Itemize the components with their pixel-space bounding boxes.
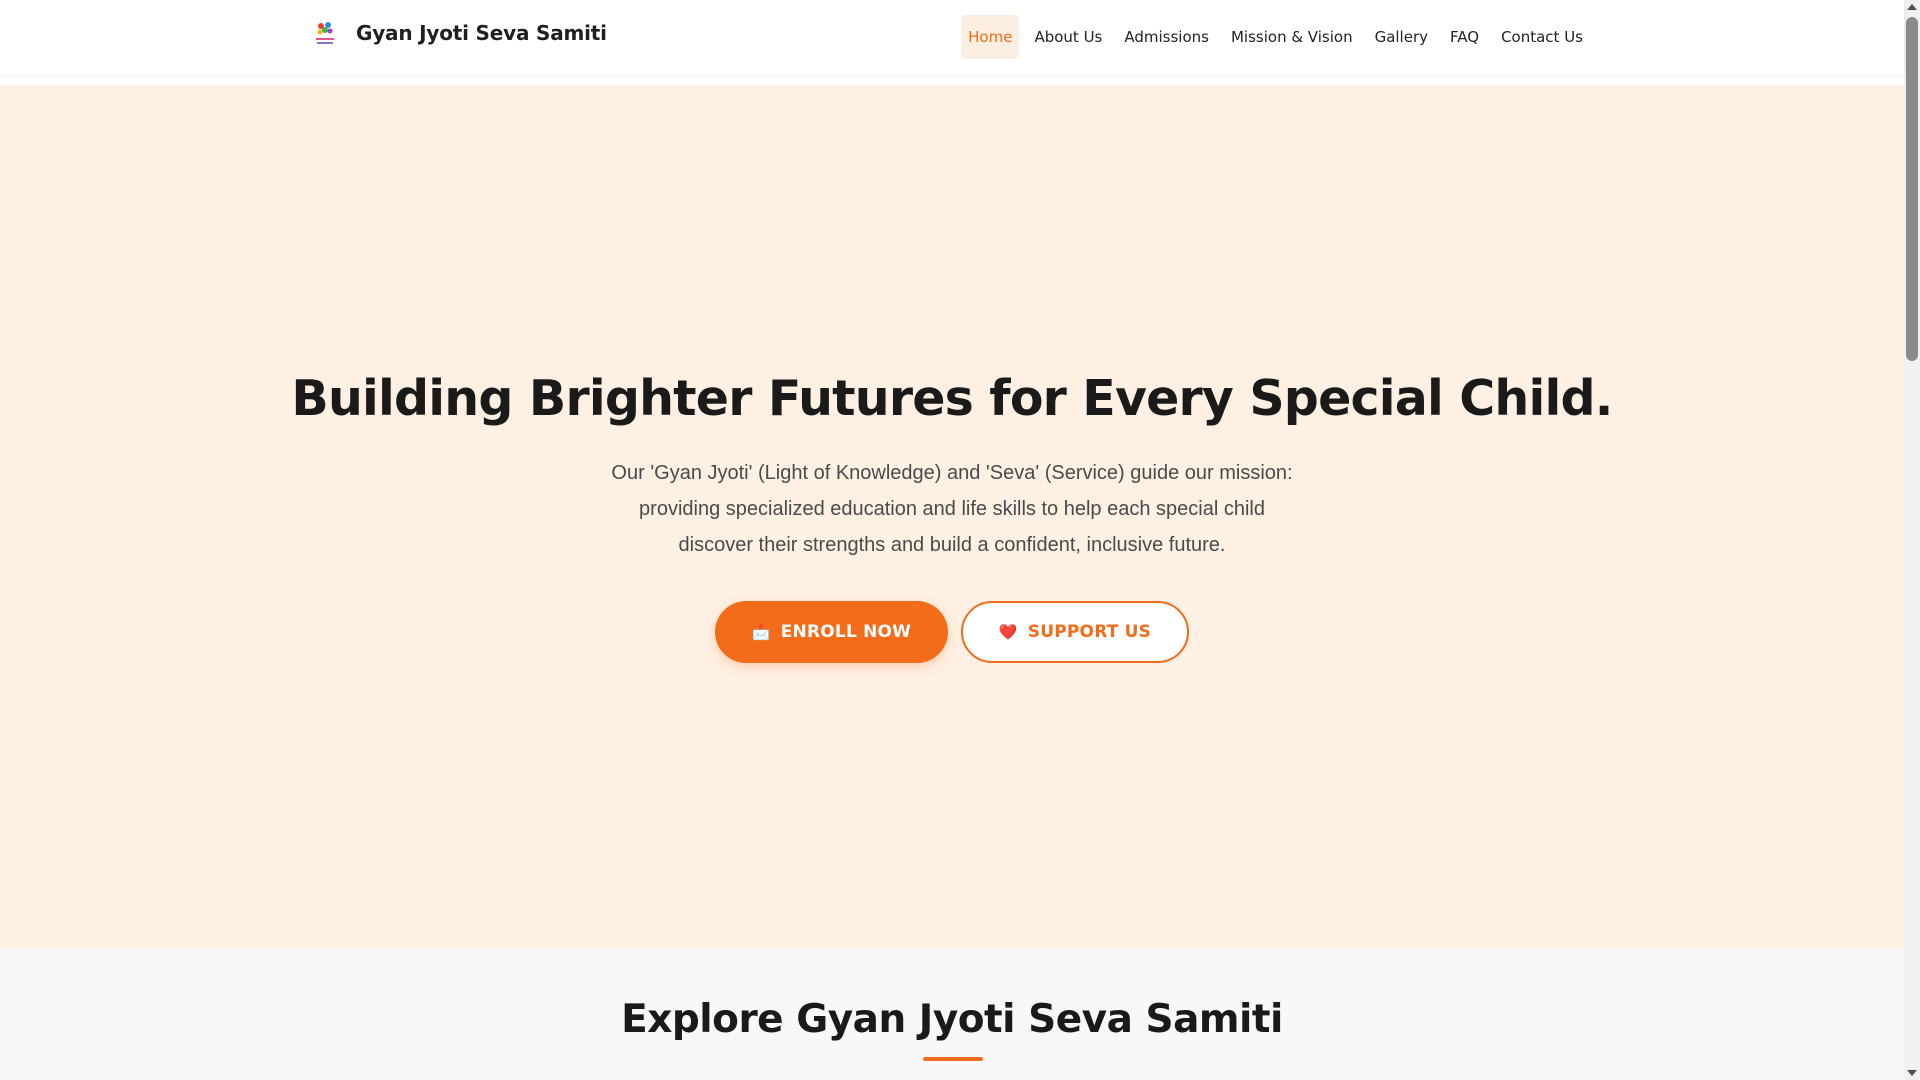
brand-name: Gyan Jyoti Seva Samiti — [356, 21, 607, 45]
support-us-button[interactable]: ❤️ SUPPORT US — [961, 601, 1189, 663]
support-us-label: SUPPORT US — [1027, 622, 1152, 642]
nav-gallery[interactable]: Gallery — [1368, 15, 1435, 59]
explore-title: Explore Gyan Jyoti Seva Samiti — [621, 997, 1283, 1042]
nav-about-us[interactable]: About Us — [1027, 15, 1109, 59]
nav-mission-vision[interactable]: Mission & Vision — [1224, 15, 1360, 59]
nav-faq[interactable]: FAQ — [1443, 15, 1486, 59]
page-scrollbar[interactable] — [1904, 0, 1920, 1080]
scroll-down-arrow-icon[interactable] — [1907, 1070, 1917, 1076]
main-nav: Home About Us Admissions Mission & Visio… — [961, 15, 1590, 59]
heart-icon: ❤️ — [998, 622, 1018, 641]
hero-description: Our 'Gyan Jyoti' (Light of Knowledge) an… — [611, 462, 1293, 556]
title-underline — [923, 1057, 983, 1061]
explore-section: Explore Gyan Jyoti Seva Samiti — [0, 949, 1904, 1080]
hero-title: Building Brighter Futures for Every Spec… — [291, 370, 1613, 427]
hero-actions: 📩 ENROLL NOW ❤️ SUPPORT US — [0, 601, 1904, 663]
nav-contact-us[interactable]: Contact Us — [1494, 15, 1590, 59]
brand[interactable]: Gyan Jyoti Seva Samiti — [312, 18, 607, 48]
scroll-up-arrow-icon[interactable] — [1907, 4, 1917, 10]
enroll-now-label: ENROLL NOW — [780, 622, 912, 642]
enroll-now-button[interactable]: 📩 ENROLL NOW — [715, 601, 948, 663]
hero-section: Building Brighter Futures for Every Spec… — [0, 85, 1904, 949]
site-header: Gyan Jyoti Seva Samiti Home About Us Adm… — [0, 0, 1904, 74]
scroll-thumb[interactable] — [1906, 17, 1918, 361]
envelope-icon: 📩 — [751, 622, 771, 641]
logo-icon — [316, 22, 334, 44]
nav-home[interactable]: Home — [961, 15, 1020, 59]
nav-admissions[interactable]: Admissions — [1117, 15, 1216, 59]
